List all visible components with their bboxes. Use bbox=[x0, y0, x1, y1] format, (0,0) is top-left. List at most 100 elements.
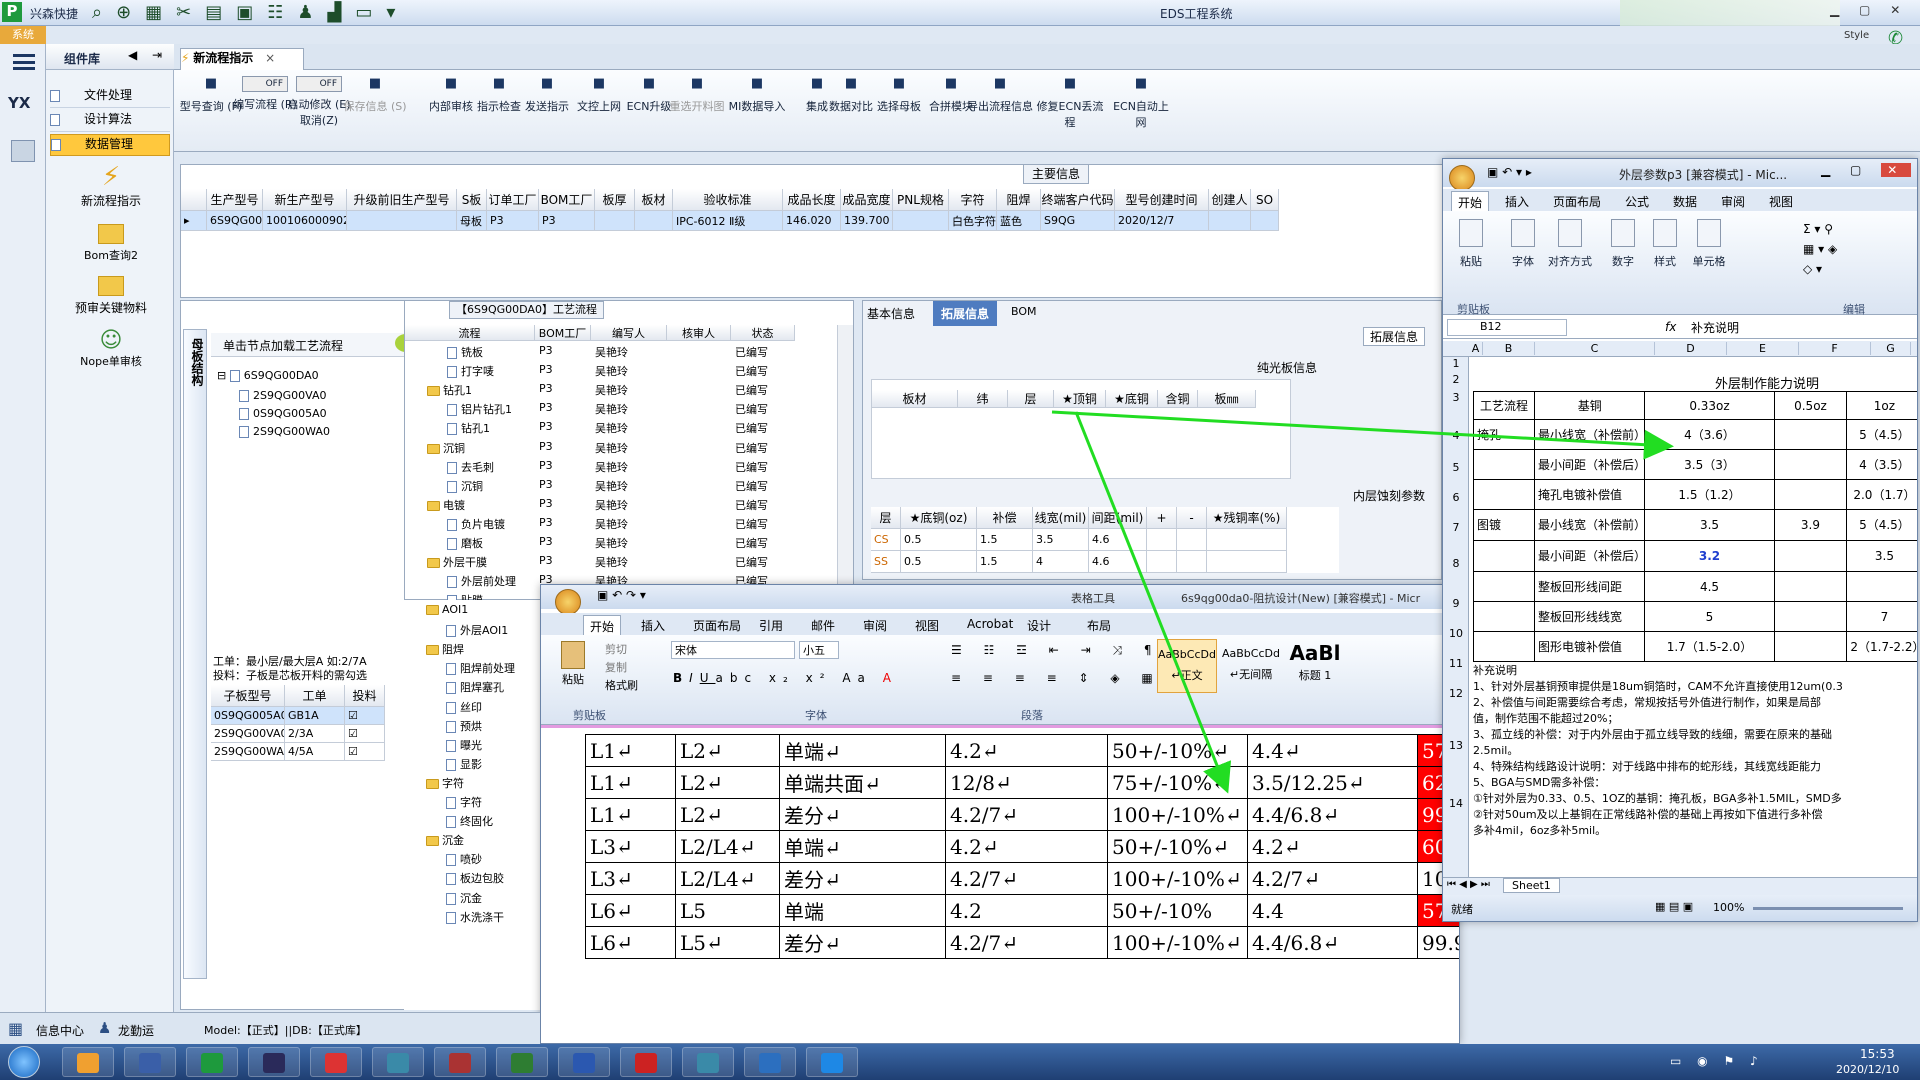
table-cell[interactable]: 图形电镀补偿值 bbox=[1534, 631, 1646, 662]
table-cell[interactable]: L1↵ bbox=[585, 766, 676, 799]
process-row[interactable]: 沉铜 P3 吴艳玲 已编写 bbox=[405, 475, 835, 494]
grid-cell[interactable]: CS bbox=[871, 529, 901, 551]
table-cell[interactable] bbox=[1472, 571, 1536, 602]
pin-icon[interactable]: ⇥ bbox=[152, 48, 162, 62]
column-header[interactable]: C bbox=[1535, 342, 1655, 355]
copy-button[interactable]: 复制 bbox=[605, 659, 627, 675]
table-cell[interactable]: L3↵ bbox=[585, 830, 676, 863]
office-orb[interactable] bbox=[1449, 165, 1475, 191]
table-cell[interactable]: L6↵ bbox=[585, 894, 676, 927]
table-cell[interactable] bbox=[1472, 540, 1536, 572]
process-row[interactable]: 显影 bbox=[404, 753, 540, 772]
column-header[interactable]: 生产型号 bbox=[207, 189, 263, 211]
table-cell[interactable]: L5 bbox=[675, 894, 780, 927]
font-buttons[interactable]: BIUabc x₂ x² Aa A bbox=[673, 671, 898, 685]
table-cell[interactable]: 4（3.5） bbox=[1846, 449, 1917, 480]
name-box[interactable]: B12 bbox=[1447, 319, 1567, 336]
detail-tab-basic[interactable]: 基本信息 bbox=[867, 305, 915, 322]
style-no-space[interactable]: AaBbCcDd ↵无间隔 bbox=[1221, 639, 1281, 693]
table-cell[interactable]: 4.2↵ bbox=[945, 734, 1108, 767]
yx-logo[interactable]: YX bbox=[8, 94, 30, 112]
align-buttons[interactable]: ≡ ≡ ≡ ≡ ⇕ ◈ ▦ bbox=[951, 671, 1162, 685]
table-cell[interactable]: 12/8↵ bbox=[945, 766, 1108, 799]
excel-tab[interactable]: 数据 bbox=[1667, 191, 1703, 212]
column-header[interactable]: 层 bbox=[1008, 390, 1054, 408]
table-cell[interactable]: 最小间距（补偿后） bbox=[1534, 540, 1646, 572]
table-cell[interactable]: 4（3.6） bbox=[1644, 419, 1775, 450]
table-cell[interactable]: L2↵ bbox=[675, 766, 780, 799]
column-header[interactable] bbox=[181, 189, 207, 211]
word-tab[interactable]: 页面布局 bbox=[687, 615, 747, 636]
window-controls[interactable]: ▁ ▢ ✕ bbox=[1830, 3, 1908, 17]
word-tab[interactable]: Acrobat bbox=[961, 615, 1019, 633]
table-cell[interactable]: 4.2/7↵ bbox=[945, 926, 1108, 959]
table-cell[interactable]: 2.0（1.7） bbox=[1846, 479, 1917, 510]
excel-tab[interactable]: 插入 bbox=[1499, 191, 1535, 212]
row-header[interactable]: 8 bbox=[1443, 557, 1469, 570]
grid-cell[interactable]: 1.5 bbox=[977, 551, 1033, 573]
table-cell[interactable]: 差分↵ bbox=[779, 926, 946, 959]
process-row[interactable]: 曝光 bbox=[404, 734, 540, 753]
column-header[interactable]: ★底铜(oz) bbox=[901, 507, 977, 529]
ribbon-button-9[interactable]: ■ 重选开料图 bbox=[664, 76, 730, 114]
ribbon-button-17[interactable]: ■ ECN自动上网 bbox=[1108, 76, 1174, 130]
excel-ribbon-button[interactable]: 粘贴 bbox=[1449, 219, 1493, 269]
table-cell[interactable]: 3.5/12.25↵ bbox=[1247, 766, 1418, 799]
column-header[interactable]: 线宽(mil) bbox=[1033, 507, 1089, 529]
style-normal[interactable]: AaBbCcDd ↵正文 bbox=[1157, 639, 1217, 693]
toggle-switch[interactable]: OFF bbox=[242, 76, 288, 92]
grid-cell[interactable] bbox=[347, 211, 457, 231]
tools-icon[interactable] bbox=[11, 140, 35, 162]
excel-tab[interactable]: 开始 bbox=[1451, 191, 1490, 213]
column-header[interactable]: 板材 bbox=[635, 189, 673, 211]
column-header[interactable]: 板材 bbox=[872, 390, 958, 408]
table-cell[interactable]: 4.5 bbox=[1644, 571, 1775, 602]
table-cell[interactable]: 4.4/6.8↵ bbox=[1247, 926, 1418, 959]
column-header[interactable]: G bbox=[1871, 342, 1911, 355]
table-cell[interactable]: 100+/-10%↵ bbox=[1107, 798, 1248, 831]
save-icon[interactable]: ▣ ↶ ▾ ▸ bbox=[1487, 165, 1532, 179]
cut-button[interactable]: 剪切 bbox=[605, 641, 627, 657]
row-header[interactable]: 9 bbox=[1443, 597, 1469, 610]
table-cell[interactable] bbox=[1472, 479, 1536, 510]
grid-cell[interactable]: 蓝色 bbox=[997, 211, 1041, 231]
toggle-switch[interactable]: OFF bbox=[296, 76, 342, 92]
table-cell[interactable] bbox=[1846, 571, 1917, 602]
office-orb[interactable] bbox=[555, 589, 581, 615]
process-row[interactable]: 铣板 P3 吴艳玲 已编写 bbox=[405, 341, 835, 360]
start-button[interactable] bbox=[8, 1046, 40, 1078]
table-cell[interactable]: L1↵ bbox=[585, 734, 676, 767]
column-header[interactable]: 成品宽度 bbox=[841, 189, 893, 211]
close-icon[interactable]: × bbox=[265, 51, 275, 65]
table-cell[interactable]: 5 bbox=[1644, 601, 1775, 632]
fx-icon[interactable]: fx bbox=[1665, 320, 1676, 334]
process-row[interactable]: 阻焊 bbox=[404, 638, 540, 657]
taskbar-app-button[interactable] bbox=[372, 1047, 424, 1077]
excel-tab[interactable]: 页面布局 bbox=[1547, 191, 1607, 212]
word-tab[interactable]: 引用 bbox=[753, 615, 789, 636]
column-header[interactable]: 流程 bbox=[405, 325, 535, 341]
table-cell[interactable] bbox=[1773, 419, 1848, 450]
grid-cell[interactable]: 母板 bbox=[457, 211, 487, 231]
grid-cell[interactable]: 2020/12/7 bbox=[1115, 211, 1209, 231]
table-cell[interactable]: 3.5（3） bbox=[1644, 449, 1775, 480]
table-cell[interactable]: 3.9 bbox=[1773, 509, 1848, 541]
word-tab[interactable]: 邮件 bbox=[805, 615, 841, 636]
table-cell[interactable]: 50+/-10% bbox=[1107, 894, 1248, 927]
font-select[interactable]: 宋体 bbox=[671, 641, 795, 659]
table-cell[interactable]: L2/L4↵ bbox=[675, 830, 780, 863]
column-header[interactable]: A bbox=[1469, 342, 1483, 355]
grid-cell[interactable] bbox=[595, 211, 635, 231]
word-tab[interactable]: 设计 bbox=[1021, 615, 1057, 636]
sheet-tab[interactable]: Sheet1 bbox=[1503, 878, 1560, 893]
column-header[interactable]: 纬 bbox=[958, 390, 1008, 408]
column-header[interactable]: 升级前旧生产型号 bbox=[347, 189, 457, 211]
format-painter-button[interactable]: 格式刷 bbox=[605, 677, 638, 693]
taskbar-app-button[interactable] bbox=[434, 1047, 486, 1077]
taskbar-app-button[interactable] bbox=[186, 1047, 238, 1077]
tray-icons[interactable]: ▭ ◉ ⚑ ♪ bbox=[1670, 1054, 1764, 1068]
edit-buttons[interactable]: Σ ▾ ⚲ ▦ ▾ ◈ ◇ ▾ bbox=[1803, 219, 1837, 279]
row-header[interactable]: 6 bbox=[1443, 491, 1469, 504]
column-header[interactable]: 板厚 bbox=[595, 189, 635, 211]
table-cell[interactable]: L2↵ bbox=[675, 734, 780, 767]
